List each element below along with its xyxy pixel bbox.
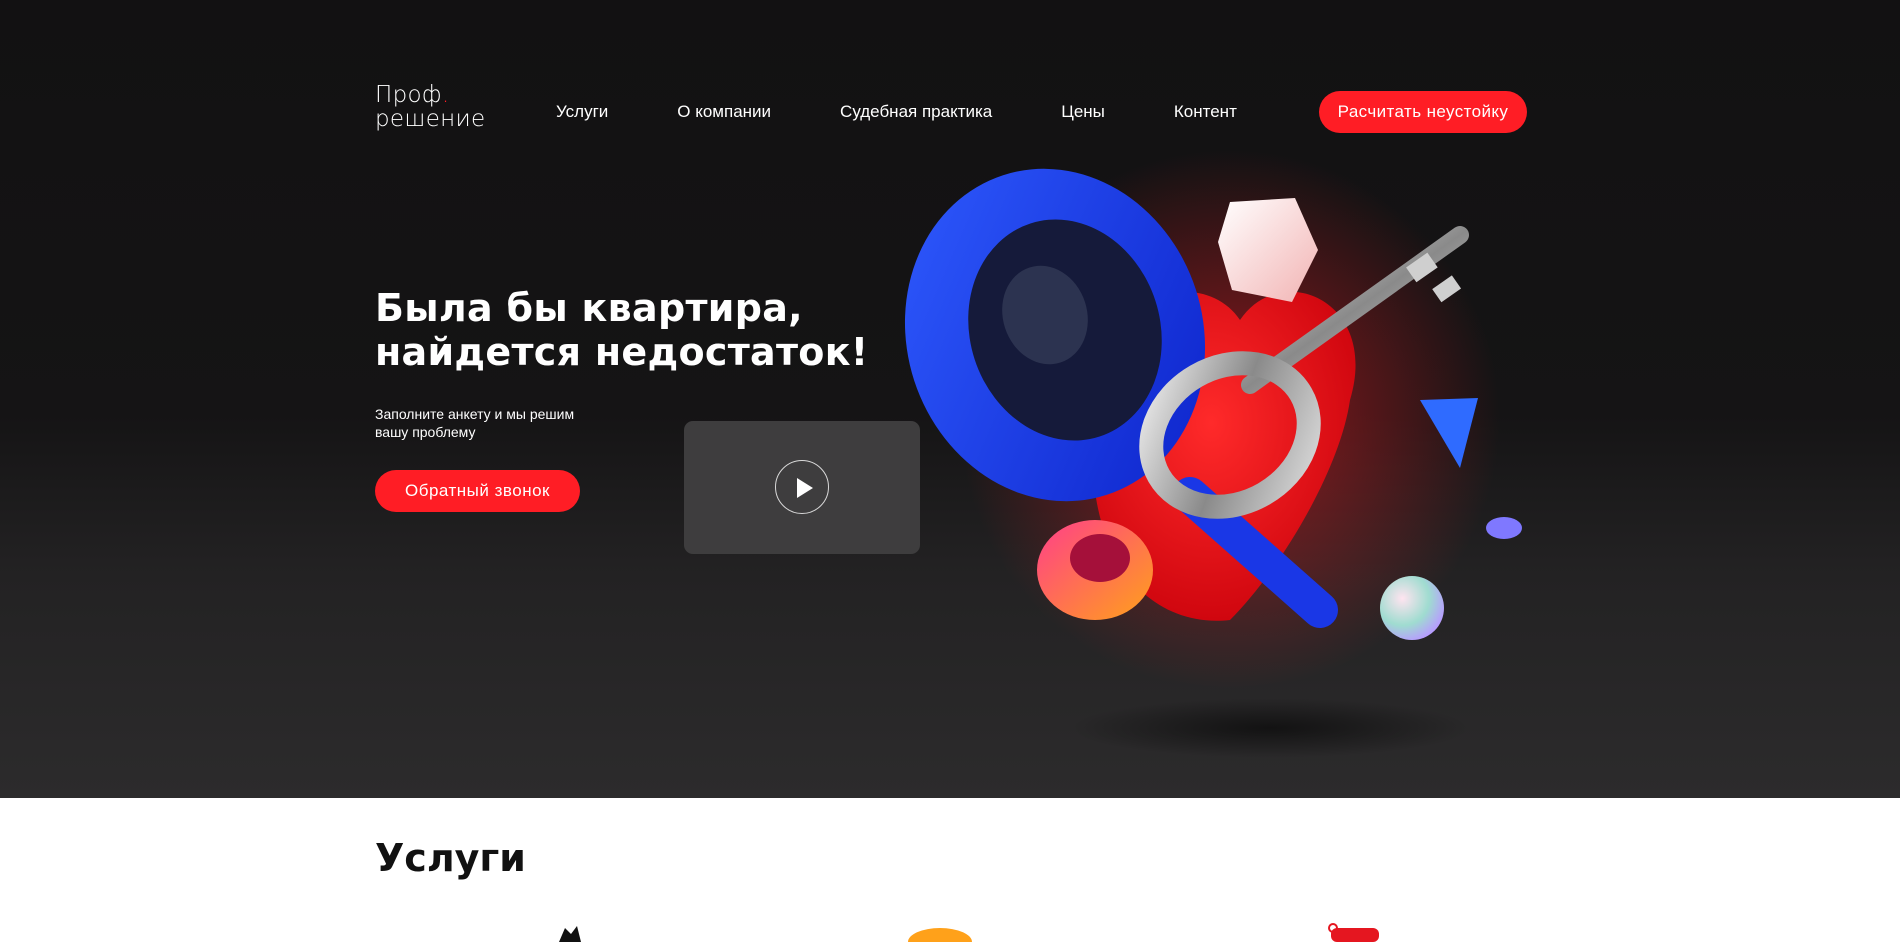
services-heading: Услуги bbox=[375, 836, 526, 880]
hero-subtitle: Заполните анкету и мы решим вашу проблем… bbox=[375, 405, 615, 441]
hero-subtitle-line-1: Заполните анкету и мы решим bbox=[375, 406, 575, 422]
logo-dot: . bbox=[441, 82, 450, 108]
service-1-icon bbox=[559, 926, 581, 942]
hero-title: Была бы квартира, найдется недостаток! bbox=[375, 286, 895, 374]
nav-item-content[interactable]: Контент bbox=[1174, 102, 1237, 122]
calculate-penalty-button[interactable]: Расчитать неустойку bbox=[1319, 91, 1527, 133]
logo-word-2: решение bbox=[375, 106, 486, 132]
nav-item-prices[interactable]: Цены bbox=[1061, 102, 1105, 122]
logo-word-1: Проф bbox=[375, 82, 442, 108]
nav-item-court-practice[interactable]: Судебная практика bbox=[840, 102, 992, 122]
video-player[interactable] bbox=[684, 421, 920, 554]
site-header: Проф. решение Услуги О компании Судебная… bbox=[375, 83, 1527, 135]
hero-title-line-2: найдется недостаток! bbox=[375, 330, 869, 374]
hero-subtitle-line-2: вашу проблему bbox=[375, 424, 476, 440]
service-2-icon bbox=[908, 928, 972, 942]
hero-illustration bbox=[904, 150, 1522, 758]
service-3-icon bbox=[1328, 923, 1379, 942]
hero-title-line-1: Была бы квартира, bbox=[375, 286, 803, 330]
nav-item-services[interactable]: Услуги bbox=[556, 102, 608, 122]
callback-button[interactable]: Обратный звонок bbox=[375, 470, 580, 512]
play-icon[interactable] bbox=[775, 460, 829, 514]
logo[interactable]: Проф. решение bbox=[375, 83, 485, 131]
main-nav: Услуги О компании Судебная практика Цены… bbox=[556, 102, 1237, 122]
nav-item-about[interactable]: О компании bbox=[677, 102, 771, 122]
hero-section: Проф. решение Услуги О компании Судебная… bbox=[0, 0, 1900, 798]
